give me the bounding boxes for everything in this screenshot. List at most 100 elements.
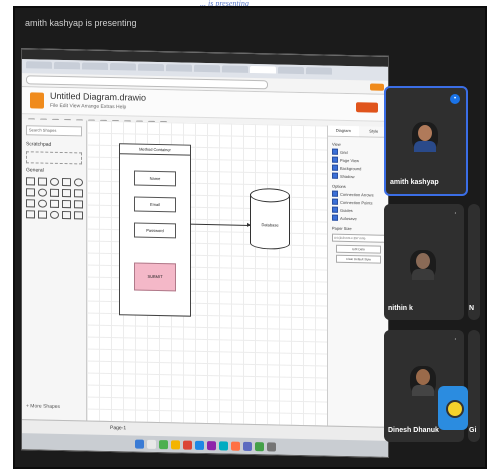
checkbox-icon[interactable] (332, 156, 338, 163)
app-icon[interactable] (194, 440, 204, 450)
checkbox-icon[interactable] (332, 164, 338, 171)
checkbox-icon[interactable] (332, 214, 338, 221)
diagram-canvas[interactable]: Method Container Name Email Password SUB… (87, 120, 327, 426)
rectangle-shape-icon[interactable] (26, 210, 35, 219)
shapes-panel: Search Shapes Scratchpad General + More … (22, 119, 87, 421)
finder-icon[interactable] (134, 439, 144, 449)
browser-tab[interactable] (306, 67, 332, 75)
edit-data-button[interactable]: Edit Data (336, 244, 381, 254)
database-label: Database (261, 222, 279, 228)
checkbox-icon[interactable] (332, 206, 338, 213)
browser-tab-active[interactable] (250, 65, 276, 74)
option-row[interactable]: Guides (332, 206, 385, 214)
browser-tab[interactable] (194, 64, 220, 73)
more-shapes-link[interactable]: + More Shapes (26, 403, 60, 410)
checkbox-icon[interactable] (332, 198, 338, 205)
password-field-shape[interactable]: Password (134, 222, 176, 239)
browser-tab[interactable] (26, 61, 52, 69)
rectangle-shape-icon[interactable] (74, 211, 83, 220)
app-logo-overlay (438, 386, 468, 430)
participant-tile[interactable]: N (468, 204, 480, 320)
browser-tab[interactable] (166, 64, 192, 72)
option-row[interactable]: Connection Arrows (332, 190, 385, 198)
shared-screen: Untitled Diagram.drawio File Edit View A… (21, 48, 389, 458)
extension-button[interactable] (370, 83, 384, 91)
format-tabs: Diagram Style (328, 125, 389, 138)
connector-arrow[interactable] (190, 223, 250, 226)
app-icon[interactable] (206, 440, 216, 450)
ellipse-shape-icon[interactable] (50, 177, 59, 186)
chrome-icon[interactable] (182, 440, 192, 450)
checkbox-icon[interactable] (332, 172, 338, 179)
participant-shirt (414, 141, 436, 152)
participant-tile-active[interactable]: • amith kashyap (384, 86, 468, 196)
option-row[interactable]: Shadow (332, 172, 385, 180)
rectangle-shape-icon[interactable] (26, 177, 35, 186)
database-cylinder[interactable]: Database (250, 187, 290, 255)
participant-video (410, 250, 436, 280)
option-row[interactable]: Grid (332, 148, 385, 156)
checkbox-icon[interactable] (332, 148, 338, 155)
browser-tab[interactable] (278, 66, 304, 75)
participant-name: amith kashyap (390, 179, 439, 186)
participant-name: Gi (469, 427, 477, 434)
app-icon[interactable] (230, 441, 240, 451)
app-icon[interactable] (170, 439, 180, 449)
browser-tab[interactable] (222, 65, 248, 73)
rectangle-shape-icon[interactable] (50, 199, 59, 208)
page-tab[interactable]: Page-1 (110, 425, 126, 431)
doc-title[interactable]: Untitled Diagram.drawio (50, 91, 146, 103)
app-menu[interactable]: File Edit View Arrange Extras Help (50, 103, 126, 111)
participant-video (410, 366, 436, 396)
method-container[interactable]: Method Container Name Email Password SUB… (119, 143, 191, 317)
mic-off-icon: ‘ (454, 338, 456, 345)
browser-tab[interactable] (54, 61, 80, 70)
trash-icon[interactable] (266, 441, 276, 451)
participant-name: Dinesh Dhanuk (388, 427, 439, 434)
tab-diagram[interactable]: Diagram (328, 125, 359, 137)
option-label: Grid (340, 149, 348, 155)
browser-tab[interactable] (110, 63, 136, 71)
name-field-shape[interactable]: Name (134, 170, 176, 187)
submit-button-shape[interactable]: SUBMIT (134, 262, 176, 292)
square-shape-icon[interactable] (62, 178, 71, 187)
rectangle-shape-icon[interactable] (38, 210, 47, 219)
rectangle-shape-icon[interactable] (62, 189, 71, 198)
option-row[interactable]: Page View (332, 156, 385, 164)
checkbox-icon[interactable] (332, 190, 338, 197)
rectangle-shape-icon[interactable] (50, 188, 59, 197)
option-row[interactable]: Background (332, 164, 385, 172)
participant-face (416, 369, 430, 385)
clear-style-button[interactable]: Clear Default Style (336, 254, 381, 264)
participant-video (412, 122, 438, 152)
app-icon[interactable] (158, 439, 168, 449)
rectangle-shape-icon[interactable] (38, 177, 47, 186)
cube-shape-icon[interactable] (74, 200, 83, 209)
option-row[interactable]: Connection Points (332, 198, 385, 206)
shape-search-input[interactable]: Search Shapes (26, 125, 82, 137)
participant-tile[interactable]: ‘ nithin k (384, 204, 464, 320)
share-button[interactable] (356, 102, 378, 113)
circle-shape-icon[interactable] (74, 178, 83, 187)
ellipse-shape-icon[interactable] (38, 188, 47, 197)
app-icon[interactable] (218, 440, 228, 450)
browser-tab[interactable] (82, 62, 108, 70)
paper-size-select[interactable]: A4 (210 mm x 297 mm) (332, 233, 385, 243)
scratchpad-area[interactable] (26, 151, 82, 165)
option-label: Page View (340, 157, 360, 163)
participant-tile[interactable]: Gi (468, 330, 480, 442)
card-shape-icon[interactable] (62, 200, 71, 209)
launchpad-icon[interactable] (146, 439, 156, 449)
app-icon[interactable] (254, 441, 264, 451)
process-shape-icon[interactable] (26, 188, 35, 197)
browser-tab[interactable] (138, 63, 164, 72)
square-shape-icon[interactable] (62, 211, 71, 220)
circle-shape-icon[interactable] (38, 199, 47, 208)
cylinder-shape-icon[interactable] (50, 210, 59, 219)
email-field-shape[interactable]: Email (134, 196, 176, 213)
diamond-shape-icon[interactable] (26, 199, 35, 208)
document-shape-icon[interactable] (74, 189, 83, 198)
option-label: Connection Points (340, 199, 373, 206)
app-icon[interactable] (242, 441, 252, 451)
option-row[interactable]: Autosave (332, 214, 385, 222)
